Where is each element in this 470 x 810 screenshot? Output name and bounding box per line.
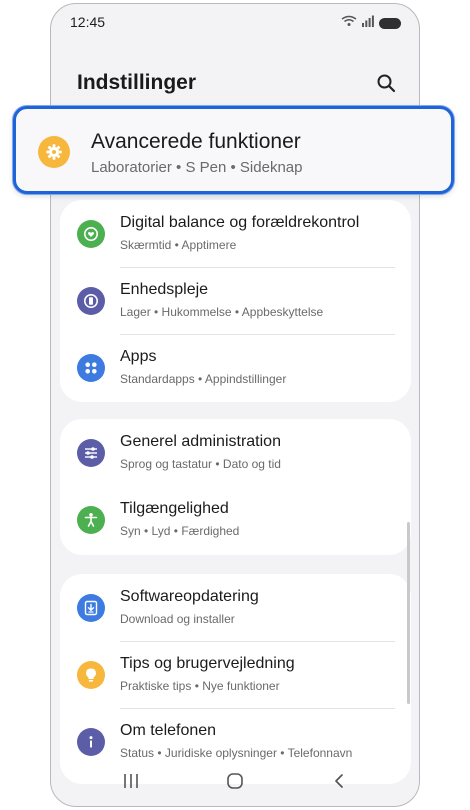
item-title: Enhedspleje [120,281,209,298]
back-button[interactable] [324,768,354,794]
item-title: Om telefonen [120,722,217,739]
item-subtitle: Download og installer [120,612,235,626]
page-title: Indstillinger [77,71,197,94]
heart-icon [77,220,105,248]
settings-item-device-care[interactable]: Enhedspleje Lager • Hukommelse • Appbesk… [60,267,411,334]
item-title: Softwareopdatering [120,588,259,605]
accessibility-icon [77,506,105,534]
download-icon [77,594,105,622]
item-subtitle: Standardapps • Appindstillinger [120,372,287,386]
settings-item-general-management[interactable]: Generel administration Sprog og tastatur… [60,419,411,486]
item-subtitle: Lager • Hukommelse • Appbeskyttelse [120,305,324,319]
scrollbar[interactable] [407,522,410,704]
item-subtitle: Sprog og tastatur • Dato og tid [120,457,281,471]
settings-group-2: Generel administration Sprog og tastatur… [60,419,411,555]
settings-item-accessibility[interactable]: Tilgængelighed Syn • Lyd • Færdighed [60,486,411,553]
settings-item-apps[interactable]: Apps Standardapps • Appindstillinger [60,334,411,401]
home-icon [227,773,243,789]
back-icon [335,774,343,788]
item-subtitle: Skærmtid • Apptimere [120,238,237,252]
item-title: Tips og brugervejledning [120,655,295,672]
lightbulb-icon [77,661,105,689]
search-button[interactable] [373,70,399,96]
gear-icon [38,136,70,168]
info-icon [77,728,105,756]
item-subtitle: Praktiske tips • Nye funktioner [120,679,280,693]
signal-icon [362,14,374,32]
settings-group-3: Softwareopdatering Download og installer… [60,574,411,784]
advanced-features-highlight[interactable]: Avancerede funktioner Laboratorier • S P… [13,106,454,194]
item-title: Generel administration [120,433,281,450]
navigation-bar [51,756,419,806]
search-icon [377,74,396,93]
item-title: Apps [120,348,157,365]
recent-apps-icon [124,774,138,788]
status-time: 12:45 [70,14,106,30]
item-title: Tilgængelighed [120,500,229,517]
apps-icon [77,354,105,382]
highlight-title: Avancerede funktioner [91,130,301,153]
highlight-subtitle: Laboratorier • S Pen • Sideknap [91,159,303,176]
battery-icon [379,17,401,29]
settings-group-1: Digital balance og forældrekontrol Skærm… [60,200,411,402]
recent-apps-button[interactable] [116,768,146,794]
status-icons [341,14,401,32]
settings-item-software-update[interactable]: Softwareopdatering Download og installer [60,574,411,641]
sliders-icon [77,439,105,467]
settings-item-tips[interactable]: Tips og brugervejledning Praktiske tips … [60,641,411,708]
item-title: Digital balance og forældrekontrol [120,214,360,231]
device-care-icon [77,287,105,315]
wifi-icon [341,14,357,32]
item-subtitle: Syn • Lyd • Færdighed [120,524,240,538]
home-button[interactable] [220,768,250,794]
settings-item-digital-balance[interactable]: Digital balance og forældrekontrol Skærm… [60,200,411,267]
